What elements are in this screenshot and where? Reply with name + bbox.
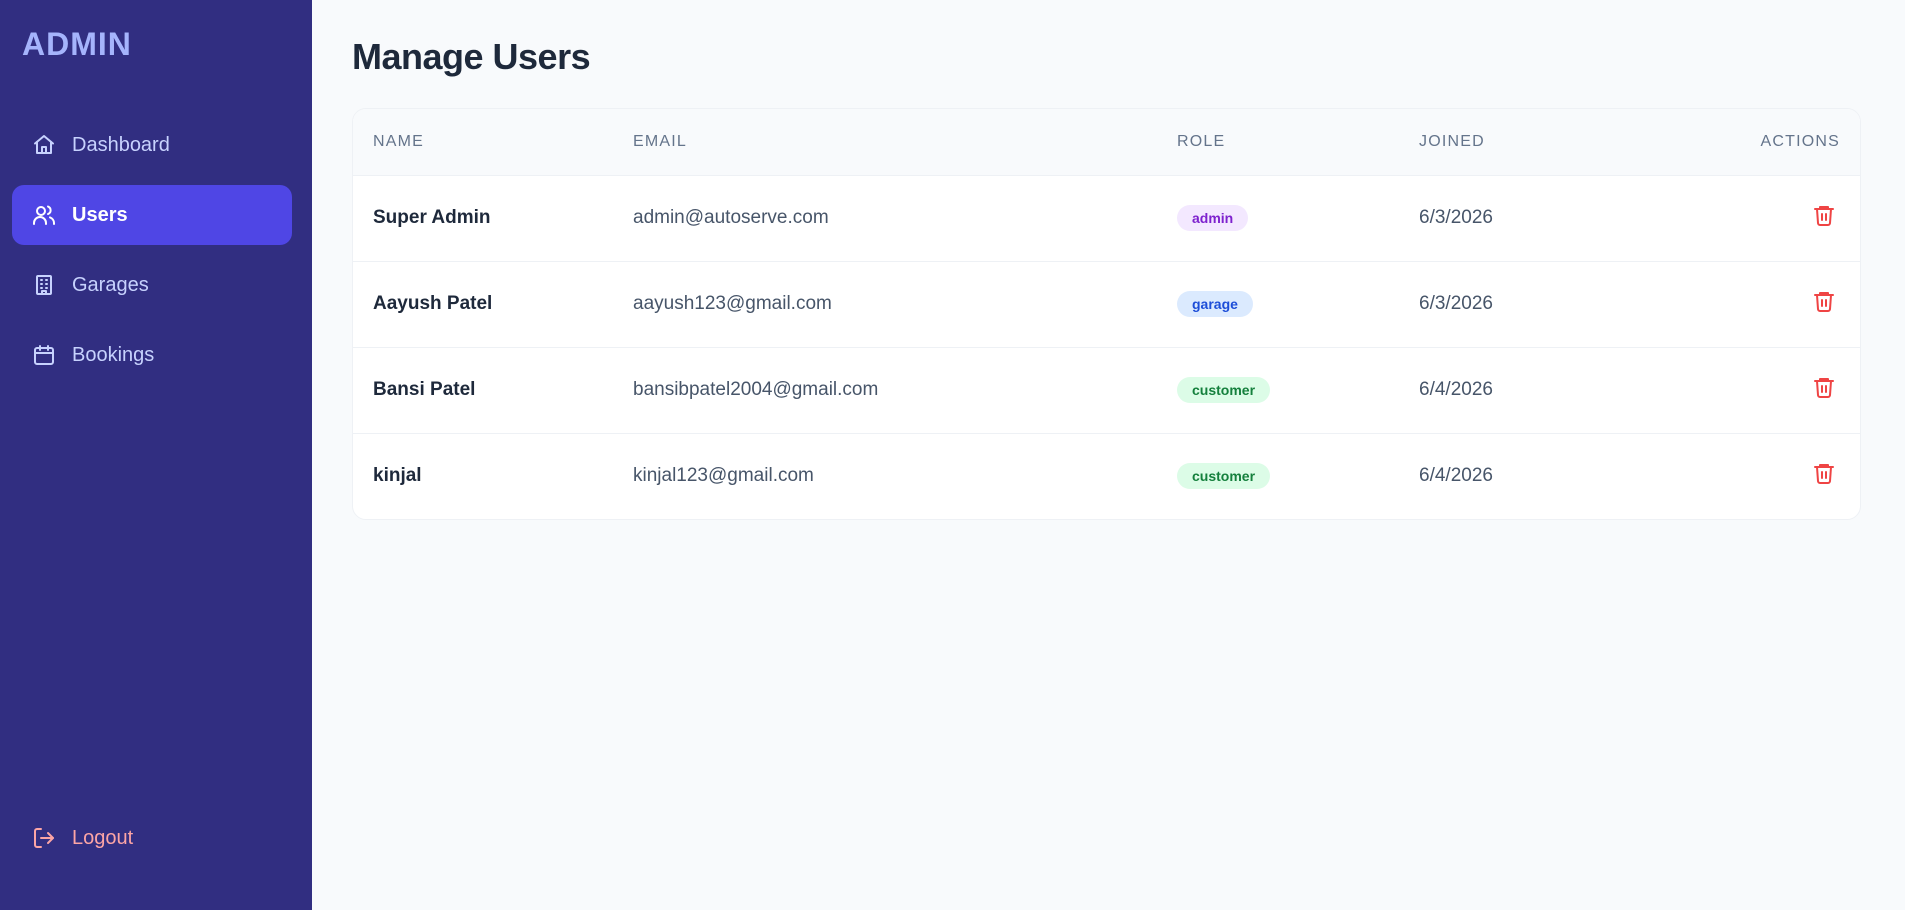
user-name: Aayush Patel: [353, 261, 633, 348]
user-joined-date: 6/3/2026: [1419, 261, 1719, 348]
trash-icon: [1814, 378, 1834, 398]
sidebar-item-label: Users: [72, 203, 128, 226]
table-row: kinjal kinjal123@gmail.com customer 6/4/…: [353, 433, 1860, 519]
role-badge: customer: [1177, 377, 1271, 403]
users-icon: [32, 203, 56, 227]
column-header-email: EMAIL: [633, 109, 1177, 176]
sidebar-nav: Dashboard Users Garages Bookings: [12, 115, 292, 395]
role-badge: admin: [1177, 205, 1249, 231]
table-row: Aayush Patel aayush123@gmail.com garage …: [353, 261, 1860, 348]
brand-logo: ADMIN: [22, 26, 132, 62]
delete-user-button[interactable]: [1812, 461, 1838, 487]
user-email: bansibpatel2004@gmail.com: [633, 347, 1177, 434]
user-joined-date: 6/3/2026: [1419, 175, 1719, 262]
users-table: NAME EMAIL ROLE JOINED ACTIONS Super Adm…: [353, 109, 1860, 519]
sidebar-item-dashboard[interactable]: Dashboard: [12, 115, 292, 175]
user-email: aayush123@gmail.com: [633, 261, 1177, 348]
sidebar-item-label: Bookings: [72, 343, 155, 366]
column-header-joined: JOINED: [1419, 109, 1719, 176]
home-icon: [32, 133, 56, 157]
role-badge: customer: [1177, 463, 1271, 490]
sidebar-item-bookings[interactable]: Bookings: [12, 325, 292, 385]
user-email: admin@autoserve.com: [633, 175, 1177, 262]
calendar-icon: [32, 343, 56, 367]
users-table-card: NAME EMAIL ROLE JOINED ACTIONS Super Adm…: [352, 108, 1861, 520]
main-content: Manage Users NAME EMAIL ROLE JOINED ACTI…: [312, 0, 1905, 910]
delete-user-button[interactable]: [1812, 289, 1838, 315]
trash-icon: [1814, 292, 1834, 312]
user-joined-date: 6/4/2026: [1419, 465, 1493, 487]
logout-button[interactable]: Logout: [32, 826, 133, 850]
sidebar-item-garages[interactable]: Garages: [12, 255, 292, 315]
delete-user-button[interactable]: [1812, 375, 1838, 401]
sidebar: ADMIN Dashboard Users Garages Bookings L…: [0, 0, 312, 910]
logout-icon: [32, 826, 56, 850]
user-name: Super Admin: [353, 175, 633, 262]
delete-user-button[interactable]: [1812, 203, 1838, 229]
role-badge: garage: [1177, 291, 1253, 317]
sidebar-item-users[interactable]: Users: [12, 185, 292, 245]
user-name: kinjal: [373, 465, 422, 487]
sidebar-item-label: Dashboard: [72, 133, 170, 156]
trash-icon: [1814, 464, 1834, 485]
column-header-actions: ACTIONS: [1719, 109, 1860, 176]
user-name: Bansi Patel: [353, 347, 633, 434]
user-email: kinjal123@gmail.com: [633, 465, 814, 487]
logout-label: Logout: [72, 826, 134, 849]
page-title: Manage Users: [352, 36, 591, 77]
user-joined-date: 6/4/2026: [1419, 347, 1719, 434]
trash-icon: [1814, 206, 1834, 226]
table-row: Bansi Patel bansibpatel2004@gmail.com cu…: [353, 347, 1860, 434]
column-header-name: NAME: [353, 109, 633, 176]
sidebar-item-label: Garages: [72, 273, 149, 296]
column-header-role: ROLE: [1177, 109, 1419, 176]
building-icon: [32, 273, 56, 297]
table-header-row: NAME EMAIL ROLE JOINED ACTIONS: [353, 109, 1860, 176]
table-row: Super Admin admin@autoserve.com admin 6/…: [353, 175, 1860, 262]
